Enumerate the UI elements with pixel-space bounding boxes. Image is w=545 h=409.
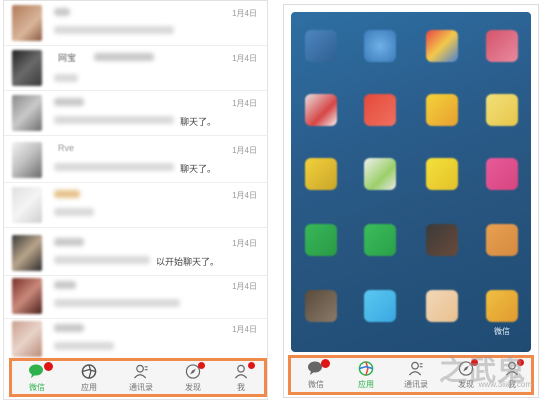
chat-row[interactable]: 1月4日: [4, 183, 267, 228]
bottom-tab-bar: 微信 应用 通讯录 发现 我: [9, 358, 267, 397]
contact-name: [54, 238, 84, 246]
tab-label: 微信: [308, 380, 324, 389]
contacts-icon: [408, 361, 423, 376]
message-date: 1月4日: [232, 239, 257, 248]
app-icon[interactable]: [426, 94, 458, 126]
app-icon[interactable]: [305, 158, 337, 190]
avatar: [12, 278, 42, 314]
tab-contacts[interactable]: 通讯录: [116, 361, 166, 394]
message-date: 1月4日: [232, 54, 257, 63]
notification-badge: [248, 362, 255, 369]
last-message: [54, 163, 174, 171]
last-message: [54, 74, 78, 82]
tab-label: 应用: [358, 380, 374, 389]
avatar: [12, 235, 42, 271]
contact-name: 网宝: [58, 53, 77, 63]
app-icon[interactable]: [486, 224, 518, 256]
contacts-icon: [133, 364, 148, 379]
aperture-icon: [358, 361, 374, 376]
chat-row[interactable]: 1月4日: [4, 1, 267, 46]
aperture-icon: [81, 364, 97, 379]
tab-me[interactable]: 我: [216, 361, 266, 394]
chat-row[interactable]: 网宝 1月4日: [4, 46, 267, 91]
unread-badge: [321, 359, 330, 368]
tab-label: 通讯录: [404, 380, 428, 389]
tab-apps[interactable]: 应用: [341, 358, 391, 391]
name-detail: [94, 53, 154, 61]
last-message: [54, 26, 174, 34]
app-icon[interactable]: [364, 30, 396, 62]
tab-label: 我: [237, 383, 245, 392]
message-date: 1月4日: [232, 146, 257, 155]
tab-label: 应用: [81, 383, 97, 392]
tab-label: 发现: [185, 383, 201, 392]
app-icon[interactable]: [486, 158, 518, 190]
tab-label: 微信: [29, 383, 45, 392]
app-icon[interactable]: [364, 158, 396, 190]
person-icon: [234, 364, 248, 379]
last-message: [54, 299, 180, 307]
chat-row[interactable]: 聊天了。 1月4日: [4, 91, 267, 136]
last-message: [54, 256, 150, 264]
message-date: 1月4日: [232, 9, 257, 18]
app-icon[interactable]: [486, 94, 518, 126]
watermark-url: www.3lian.com: [478, 380, 532, 389]
message-date: 1月4日: [232, 282, 257, 291]
app-icon[interactable]: [486, 30, 518, 62]
app-grid: 微信: [291, 12, 531, 352]
app-icon[interactable]: [305, 94, 337, 126]
tab-label: 通讯录: [129, 383, 153, 392]
chat-bubble-icon: [29, 364, 43, 378]
last-message: [54, 116, 174, 124]
apps-screen-panel: 微信 微信 应用 通讯录 发现 我 之武鬼 www.3lian.com: [283, 4, 539, 398]
chat-row[interactable]: 1月4日: [4, 274, 267, 319]
avatar: [12, 95, 42, 131]
tab-wechat[interactable]: 微信: [12, 361, 62, 394]
app-icon[interactable]: [426, 290, 458, 322]
unread-badge: [44, 362, 53, 371]
tab-apps[interactable]: 应用: [64, 361, 114, 394]
last-message: [54, 342, 114, 350]
last-message-suffix: 以开始聊天了。: [156, 257, 220, 267]
app-icon[interactable]: [426, 224, 458, 256]
tab-contacts[interactable]: 通讯录: [391, 358, 441, 391]
chat-list-panel: 1月4日 网宝 1月4日 聊天了。 1月4日 Rve 聊天了。 1月4日 1月4…: [3, 0, 268, 400]
app-label: 微信: [494, 327, 510, 336]
chat-row[interactable]: 1月4日: [4, 317, 267, 362]
app-icon[interactable]: [305, 224, 337, 256]
avatar: [12, 321, 42, 357]
contact-name: [54, 324, 84, 332]
app-icon[interactable]: [426, 158, 458, 190]
app-icon[interactable]: [305, 30, 337, 62]
tab-wechat[interactable]: 微信: [291, 358, 341, 391]
avatar: [12, 142, 42, 178]
contact-name: [54, 190, 80, 198]
chat-row[interactable]: 以开始聊天了。 1月4日: [4, 231, 267, 276]
last-message-suffix: 聊天了。: [180, 164, 217, 174]
app-icon[interactable]: [486, 290, 518, 322]
avatar: [12, 187, 42, 223]
app-icon[interactable]: [364, 224, 396, 256]
app-icon[interactable]: [364, 290, 396, 322]
message-date: 1月4日: [232, 325, 257, 334]
last-message-suffix: 聊天了。: [180, 117, 217, 127]
message-date: 1月4日: [232, 99, 257, 108]
app-icon[interactable]: [305, 290, 337, 322]
contact-name: [54, 8, 70, 16]
tab-discover[interactable]: 发现: [168, 361, 218, 394]
contact-name: Rve: [58, 143, 75, 153]
message-date: 1月4日: [232, 191, 257, 200]
contact-name: [54, 98, 84, 106]
app-icon[interactable]: [426, 30, 458, 62]
last-message: [54, 208, 94, 216]
notification-badge: [198, 362, 205, 369]
contact-name: [54, 281, 76, 289]
app-icon[interactable]: [364, 94, 396, 126]
avatar: [12, 5, 42, 41]
avatar: [12, 50, 42, 86]
chat-row[interactable]: Rve 聊天了。 1月4日: [4, 138, 267, 183]
